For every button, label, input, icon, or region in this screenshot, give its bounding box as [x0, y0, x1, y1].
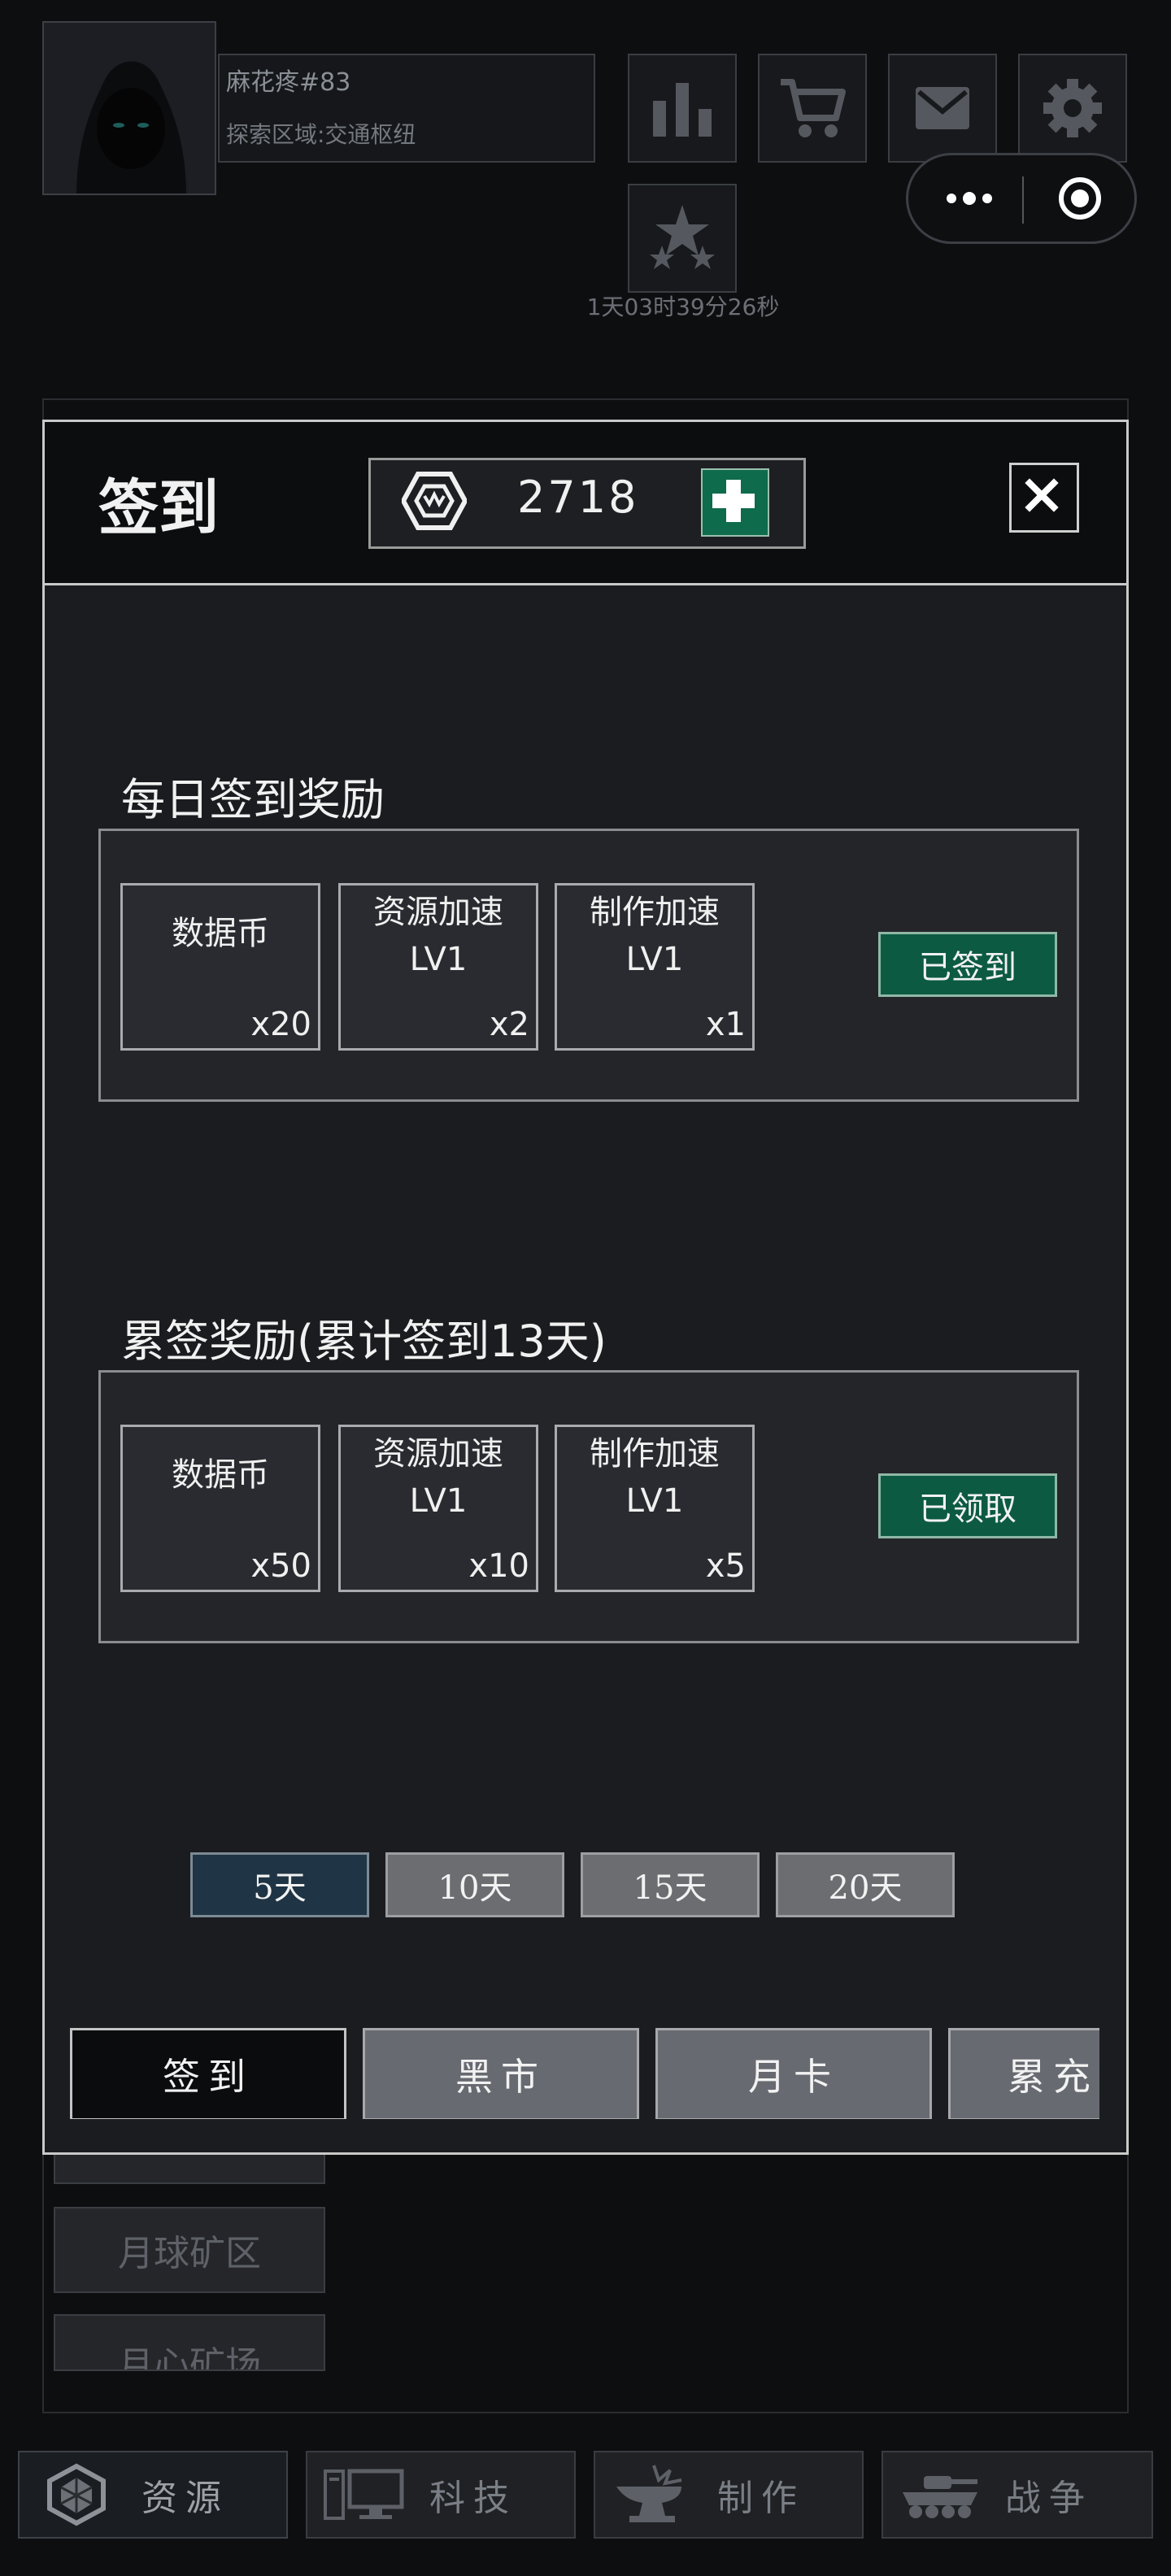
reward-item[interactable]: 数据币 x20 — [120, 883, 320, 1051]
exit-miniprogram-button[interactable] — [1043, 172, 1117, 225]
tab-checkin[interactable]: 签到 — [70, 2028, 346, 2119]
day-tab-20[interactable]: 20天 — [776, 1852, 955, 1917]
nav-tech[interactable]: 科技 — [306, 2451, 576, 2539]
player-area: 探索区域:交通枢纽 — [226, 121, 416, 148]
currency-value: 2718 — [517, 472, 639, 523]
close-icon — [1025, 478, 1059, 512]
reward-name: 资源加速 LV1 — [373, 894, 503, 978]
reward-qty: x5 — [705, 1547, 746, 1585]
countdown-timer: 1天03时39分26秒 — [586, 294, 780, 320]
settings-button[interactable] — [1018, 54, 1127, 163]
claimed-button[interactable]: 已领取 — [878, 1473, 1057, 1538]
reward-item[interactable]: 资源加速 LV1 x10 — [338, 1425, 538, 1592]
daily-reward-title: 每日签到奖励 — [121, 774, 385, 825]
more-dots-icon — [947, 192, 992, 205]
day-tab-10[interactable]: 10天 — [385, 1852, 564, 1917]
player-info: 麻花疼#83 探索区域:交通枢纽 — [218, 54, 595, 163]
player-name: 麻花疼#83 — [226, 68, 351, 97]
reward-item[interactable]: 制作加速 LV1 x1 — [555, 883, 755, 1051]
background-list-item-label: 月心矿场 — [118, 2344, 261, 2371]
miniprogram-capsule — [906, 153, 1137, 244]
mail-button[interactable] — [888, 54, 997, 163]
computer-icon — [324, 2469, 404, 2520]
reward-name: 制作加速 LV1 — [590, 1435, 720, 1520]
nav-resources[interactable]: 资源 — [18, 2451, 288, 2539]
reward-qty: x2 — [489, 1006, 529, 1043]
reward-qty: x10 — [468, 1547, 529, 1585]
anvil-icon — [616, 2465, 682, 2522]
cart-icon — [781, 79, 846, 137]
reward-item[interactable]: 制作加速 LV1 x5 — [555, 1425, 755, 1592]
nav-label: 战争 — [1005, 2478, 1093, 2519]
bar-chart-icon — [653, 83, 712, 137]
day-tab-5[interactable]: 5天 — [190, 1852, 369, 1917]
daily-reward-panel: 数据币 x20 资源加速 LV1 x2 制作加速 LV1 x1 已签到 — [98, 829, 1079, 1102]
reward-qty: x50 — [250, 1547, 311, 1585]
hooded-figure-icon — [44, 23, 215, 194]
nav-label: 制作 — [717, 2478, 805, 2519]
modal-title: 签到 — [98, 473, 219, 543]
tab-monthly-card[interactable]: 月卡 — [655, 2028, 932, 2119]
nav-label: 资源 — [141, 2478, 229, 2519]
target-circle-icon — [1059, 177, 1101, 220]
reward-qty: x20 — [250, 1006, 311, 1043]
reward-name: 资源加速 LV1 — [373, 1435, 503, 1520]
leaderboard-button[interactable] — [628, 54, 737, 163]
mail-icon — [916, 87, 969, 129]
nav-war[interactable]: 战争 — [882, 2451, 1153, 2539]
more-menu-button[interactable] — [933, 172, 1006, 225]
tab-black-market[interactable]: 黑市 — [363, 2028, 639, 2119]
reward-item[interactable]: 数据币 x50 — [120, 1425, 320, 1592]
background-list-item[interactable]: 月心矿场 — [54, 2314, 325, 2371]
tank-icon — [903, 2476, 977, 2518]
nav-label: 科技 — [429, 2478, 517, 2519]
hexagon-coin-icon — [402, 472, 467, 530]
tab-cumulative-recharge[interactable]: 累充奖 — [948, 2028, 1099, 2119]
close-button[interactable] — [1009, 463, 1079, 533]
gear-icon — [1043, 79, 1102, 137]
achievements-button[interactable] — [628, 184, 737, 293]
reward-name: 数据币 — [172, 1456, 269, 1494]
reward-item[interactable]: 资源加速 LV1 x2 — [338, 883, 538, 1051]
add-currency-button[interactable] — [701, 468, 769, 537]
player-avatar[interactable] — [42, 21, 216, 195]
stars-icon — [650, 205, 715, 269]
reward-name: 数据币 — [172, 915, 269, 952]
gem-icon — [47, 2463, 106, 2526]
plus-icon — [712, 480, 755, 522]
currency-display: 2718 — [368, 458, 806, 549]
capsule-divider — [1022, 176, 1024, 224]
background-list-item[interactable]: 月球矿区 — [54, 2207, 325, 2293]
cumulative-reward-title: 累签奖励(累计签到13天) — [121, 1316, 607, 1367]
day-tab-15[interactable]: 15天 — [581, 1852, 760, 1917]
checked-in-button[interactable]: 已签到 — [878, 932, 1057, 997]
cumulative-reward-panel: 数据币 x50 资源加速 LV1 x10 制作加速 LV1 x5 已领取 — [98, 1370, 1079, 1643]
reward-qty: x1 — [705, 1006, 746, 1043]
modal-tab-bar: 签到 黑市 月卡 累充奖 — [46, 2028, 1099, 2119]
shop-button[interactable] — [758, 54, 867, 163]
modal-header: 签到 2718 — [45, 422, 1126, 585]
reward-name: 制作加速 LV1 — [590, 894, 720, 978]
nav-crafting[interactable]: 制作 — [594, 2451, 864, 2539]
